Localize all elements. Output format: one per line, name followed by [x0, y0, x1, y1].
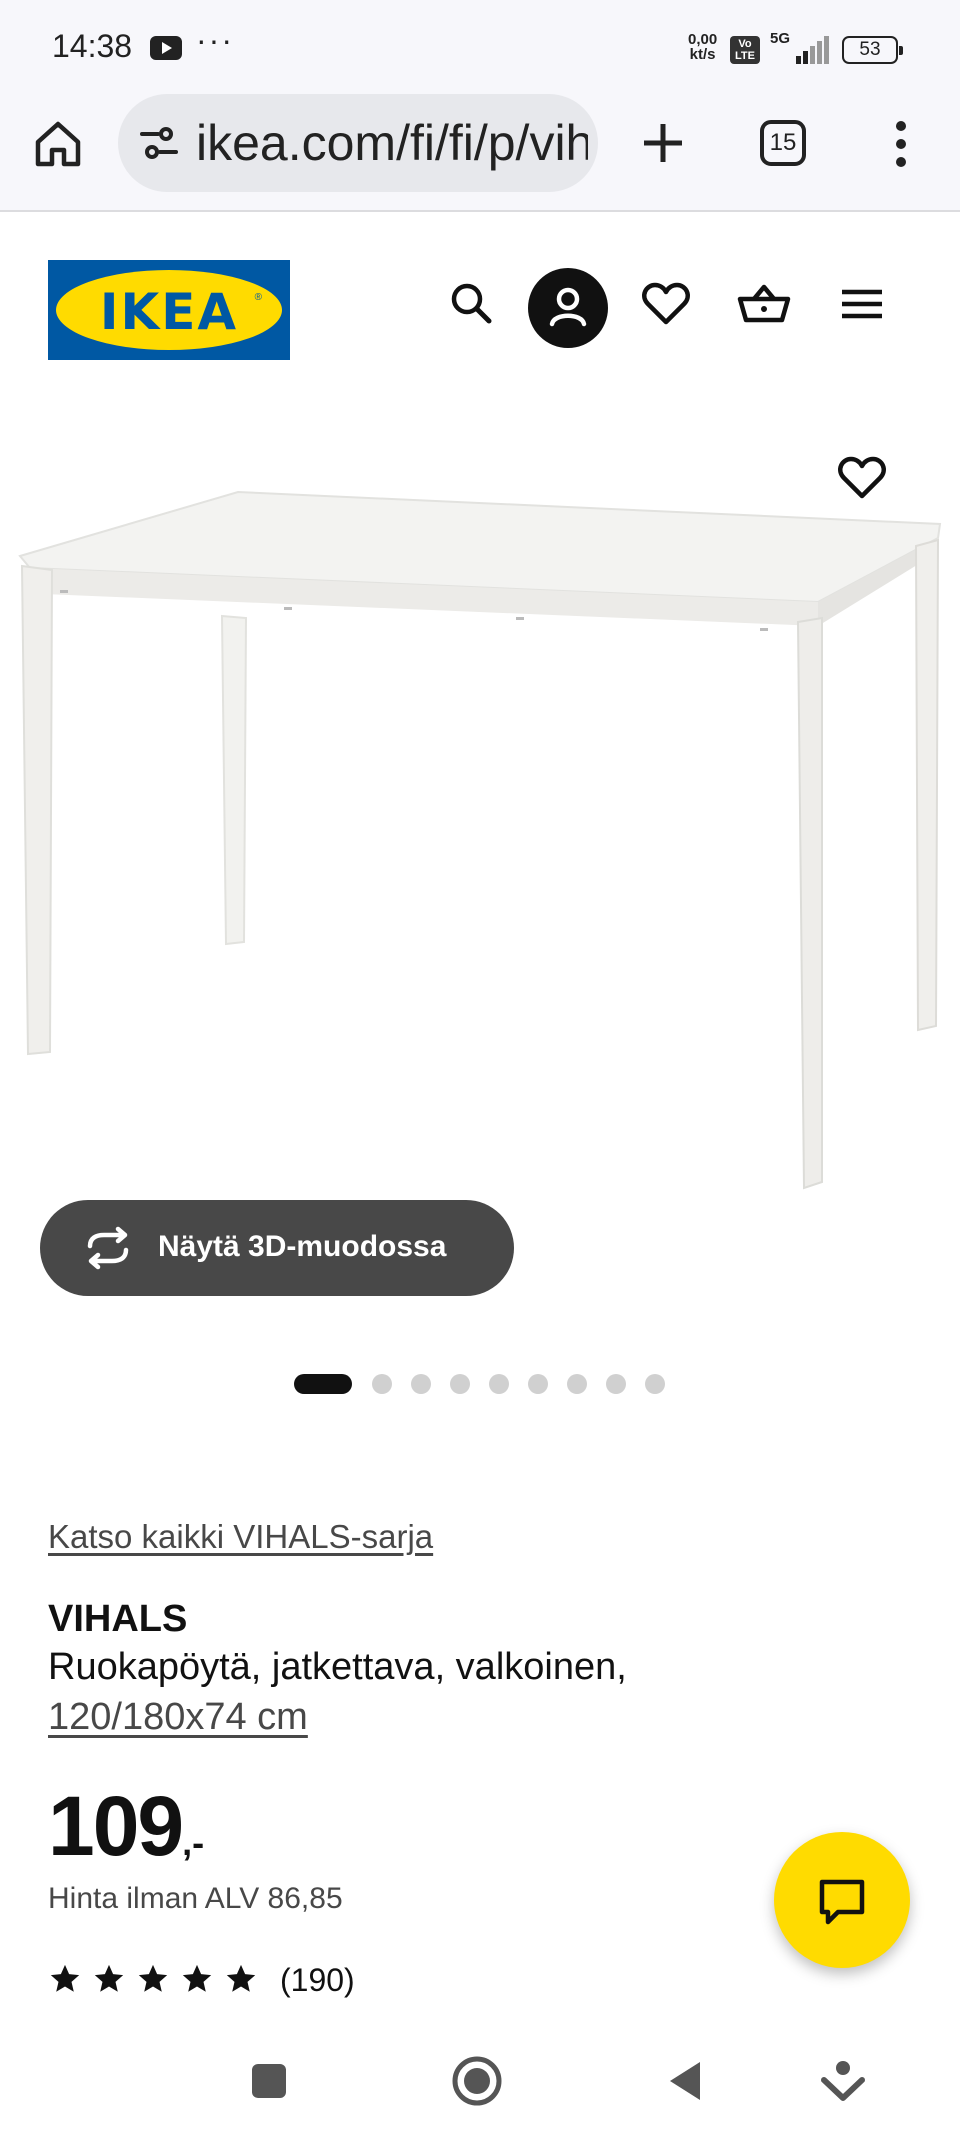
chat-button[interactable]: [774, 1832, 910, 1968]
url-text[interactable]: ikea.com/fi/fi/p/vihals: [196, 114, 588, 172]
product-description: Ruokapöytä, jatkettava, valkoinen,: [48, 1646, 627, 1688]
review-count: (190): [280, 1962, 355, 1998]
network-type: 5G: [770, 30, 791, 47]
carousel-dot[interactable]: [450, 1374, 470, 1394]
more-notifications-icon: ···: [196, 22, 234, 58]
logo-text: IKEA: [99, 283, 239, 341]
ikea-logo[interactable]: IKEA ®: [48, 260, 290, 360]
new-tab-icon[interactable]: [636, 116, 690, 170]
view-in-3d-label: Näytä 3D-muodossa: [158, 1230, 447, 1263]
recent-apps-icon[interactable]: [240, 2052, 298, 2110]
volte-icon: Vo LTE: [730, 36, 760, 64]
view-in-3d-button[interactable]: Näytä 3D-muodossa: [40, 1200, 514, 1296]
carousel-dot[interactable]: [489, 1374, 509, 1394]
product-name: VIHALS: [48, 1598, 188, 1640]
status-bar: 14:38 ··· 0,00 kt/s Vo LTE 5G 53: [0, 0, 960, 92]
address-bar[interactable]: ikea.com/fi/fi/p/vihals: [118, 94, 598, 192]
price-decimal: ,-: [182, 1822, 205, 1863]
browser-menu-icon[interactable]: [886, 116, 916, 172]
system-navigation-bar: [0, 2030, 960, 2133]
battery-icon: 53: [842, 36, 903, 64]
star-icon: [226, 1964, 256, 1992]
carousel-dot[interactable]: [528, 1374, 548, 1394]
star-icon: [50, 1964, 80, 1992]
logo-oval: IKEA ®: [56, 270, 282, 350]
tab-switcher-button[interactable]: 15: [760, 120, 806, 166]
home-button-icon[interactable]: [448, 2052, 506, 2110]
search-icon[interactable]: [440, 272, 504, 336]
product-size-link[interactable]: 120/180x74 cm: [48, 1696, 308, 1739]
site-header: IKEA ®: [0, 212, 960, 382]
browser-toolbar: ikea.com/fi/fi/p/vihals 15: [0, 92, 960, 212]
star-icon: [94, 1964, 124, 1992]
network-speed: 0,00 kt/s: [688, 32, 717, 62]
network-speed-value: 0,00: [688, 31, 718, 48]
status-time: 14:38: [52, 28, 133, 64]
product-image-carousel[interactable]: Näytä 3D-muodossa: [0, 382, 960, 1322]
registered-mark: ®: [254, 292, 262, 303]
favourites-icon[interactable]: [634, 272, 698, 336]
youtube-notification-icon: [150, 36, 182, 60]
home-icon[interactable]: [30, 116, 86, 172]
series-link[interactable]: Katso kaikki VIHALS-sarja: [48, 1518, 433, 1556]
account-icon[interactable]: [528, 268, 608, 348]
carousel-dot[interactable]: [606, 1374, 626, 1394]
carousel-dot[interactable]: [372, 1374, 392, 1394]
star-icon: [182, 1964, 212, 1992]
price: 109,-: [48, 1778, 204, 1875]
table-photo: [18, 490, 942, 1190]
rotate-3d-icon: [87, 1226, 129, 1270]
price-integer: 109: [48, 1779, 184, 1873]
carousel-indicator: [0, 1372, 960, 1396]
carousel-dot-active[interactable]: [294, 1374, 352, 1394]
carousel-dot[interactable]: [567, 1374, 587, 1394]
price-without-vat: Hinta ilman ALV 86,85: [48, 1882, 343, 1915]
chat-icon: [819, 1879, 865, 1925]
network-speed-unit: kt/s: [689, 46, 716, 63]
carousel-dot[interactable]: [645, 1374, 665, 1394]
site-settings-icon[interactable]: [138, 122, 180, 164]
gesture-hint-icon[interactable]: [814, 2052, 872, 2110]
carousel-dot[interactable]: [411, 1374, 431, 1394]
hamburger-menu-icon[interactable]: [830, 272, 894, 336]
star-icon: [138, 1964, 168, 1992]
signal-icon: [796, 36, 830, 64]
back-icon[interactable]: [656, 2052, 714, 2110]
shopping-bag-icon[interactable]: [732, 272, 796, 336]
